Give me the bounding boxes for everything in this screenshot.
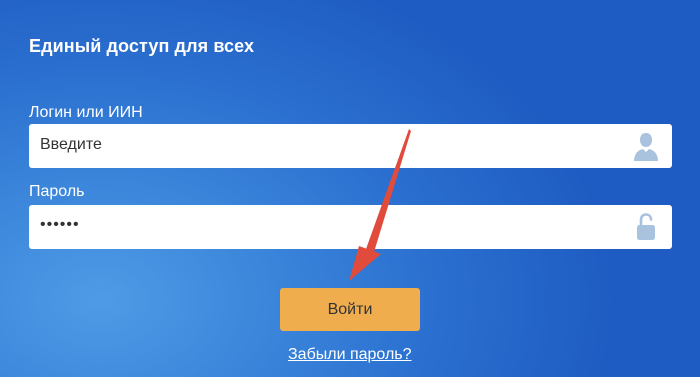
login-button[interactable]: Войти	[280, 288, 420, 331]
password-value: ••••••	[40, 216, 80, 233]
form-title: Единый доступ для всех	[29, 36, 255, 56]
password-label: Пароль	[29, 183, 85, 200]
unlock-icon	[632, 211, 660, 243]
login-placeholder: Введите	[40, 136, 102, 153]
login-field[interactable]: Введите	[29, 124, 672, 168]
password-field[interactable]: ••••••	[29, 205, 672, 249]
login-label: Логин или ИИН	[29, 104, 143, 121]
user-icon	[632, 130, 660, 162]
forgot-password-link[interactable]: Забыли пароль?	[288, 346, 412, 364]
login-panel: Единый доступ для всех Логин или ИИН Вве…	[0, 0, 700, 377]
